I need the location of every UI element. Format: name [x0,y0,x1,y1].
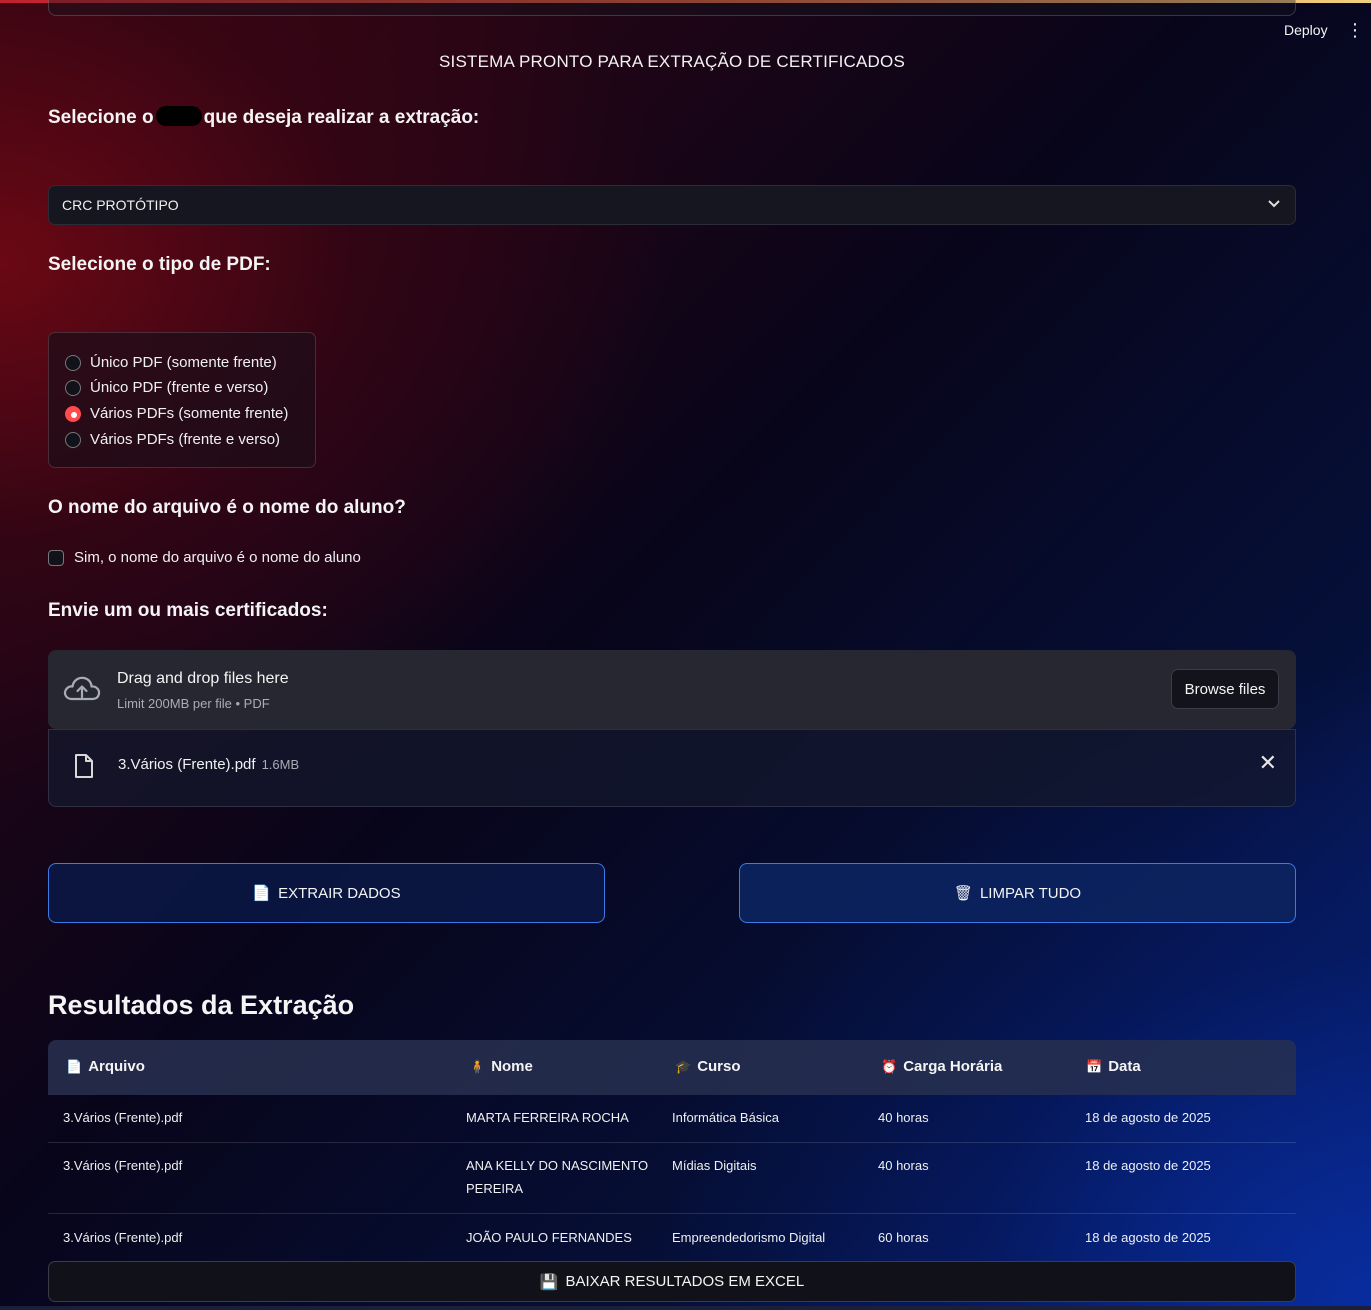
cell-arquivo: 3.Vários (Frente).pdf [63,1158,183,1173]
top-container [48,0,1296,16]
file-dropzone[interactable]: Drag and drop files here Limit 200MB per… [48,650,1296,729]
kebab-menu-icon[interactable]: ⋮ [1346,20,1364,42]
file-name-text: 3.Vários (Frente).pdf [118,756,256,773]
radio-label: Único PDF (somente frente) [90,354,277,371]
column-label: Carga Horária [903,1058,1003,1075]
select-label-suffix: que deseja realizar a extração: [203,107,480,128]
radio-option[interactable]: Vários PDFs (frente e verso) [65,431,280,448]
column-header-curso[interactable]: 🎓 Curso [675,1058,741,1075]
cell-nome: ANA KELLY DO NASCIMENTO PEREIRA [466,1158,649,1196]
select-label: Selecione o que deseja realizar a extraçã… [48,105,480,129]
uploaded-file-row: 3.Vários (Frente).pdf 1.6MB ✕ [48,729,1296,807]
radio-button[interactable] [65,431,81,448]
radio-label: Vários PDFs (frente e verso) [90,431,281,448]
radio-option[interactable]: Único PDF (somente frente) [65,354,277,371]
extract-data-button[interactable]: 📄 EXTRAIR DADOS [48,863,605,923]
deploy-button[interactable]: Deploy [1284,22,1328,38]
browse-files-button[interactable]: Browse files [1171,669,1279,709]
checkbox-label: Sim, o nome do arquivo é o nome do aluno [74,549,361,566]
cell-nome: MARTA FERREIRA ROCHA [466,1110,629,1125]
document-icon: 📄 [252,885,272,902]
column-label: Curso [697,1058,741,1075]
cell-arquivo: 3.Vários (Frente).pdf [63,1230,183,1245]
radio-button-selected[interactable] [65,405,81,422]
select-label-prefix: Selecione o [48,107,154,128]
calendar-icon: 📅 [1086,1058,1103,1074]
radio-button[interactable] [65,379,81,396]
trash-icon: 🗑 [953,885,973,902]
pdf-type-radio-group: Único PDF (somente frente) Único PDF (fr… [48,332,316,468]
download-excel-button[interactable]: 💾 BAIXAR RESULTADOS EM EXCEL [48,1261,1296,1302]
cell-carga-horaria: 40 horas [878,1158,929,1173]
file-icon [73,753,95,779]
cell-nome: JOÃO PAULO FERNANDES [466,1230,632,1245]
cloud-upload-icon [62,672,102,706]
file-size: 1.6MB [261,757,300,772]
cell-curso: Empreendedorismo Digital [672,1230,826,1245]
close-icon[interactable]: ✕ [1259,752,1277,774]
column-header-arquivo[interactable]: 📄 Arquivo [66,1058,145,1075]
column-header-data[interactable]: 📅 Data [1086,1058,1141,1075]
column-label: Arquivo [88,1058,145,1075]
column-header-nome[interactable]: 🧍 Nome [469,1058,533,1075]
filename-label: O nome do arquivo é o nome do aluno? [48,497,406,518]
cell-data: 18 de agosto de 2025 [1085,1230,1211,1245]
cell-carga-horaria: 40 horas [878,1110,929,1125]
chevron-down-icon [1267,194,1281,219]
pdf-type-label: Selecione o tipo de PDF: [48,254,271,275]
person-icon: 🧍 [469,1058,486,1074]
results-title: Resultados da Extração [48,990,355,1020]
document-icon: 📄 [66,1058,83,1074]
page-title: SISTEMA PRONTO PARA EXTRAÇÃO DE CERTIFIC… [439,52,905,71]
column-header-carga-horaria[interactable]: ⏰ Carga Horária [881,1058,1002,1075]
filename-checkbox[interactable] [48,549,64,566]
alarm-clock-icon: ⏰ [881,1058,898,1074]
cell-carga-horaria: 60 horas [878,1230,929,1245]
floppy-disk-icon: 💾 [539,1273,559,1291]
table-header: 📄 Arquivo 🧍 Nome 🎓 Curso ⏰ Carga Horária 📅 Da… [48,1040,1296,1095]
uploaded-file-name: 3.Vários (Frente).pdf 1.6MB [118,756,299,773]
upload-label: Envie um ou mais certificados: [48,600,328,621]
cell-data: 18 de agosto de 2025 [1085,1110,1211,1125]
clear-button-label: LIMPAR TUDO [979,884,1082,902]
cell-curso: Mídias Digitais [672,1158,757,1173]
clear-all-button[interactable]: 🗑 LIMPAR TUDO [739,863,1296,923]
institution-select[interactable]: CRC PROTÓTIPO [48,185,1296,225]
results-table: 📄 Arquivo 🧍 Nome 🎓 Curso ⏰ Carga Horária 📅 Da… [48,1040,1296,1260]
bottom-bar [0,1306,1371,1310]
filename-checkbox-row[interactable]: Sim, o nome do arquivo é o nome do aluno [48,549,361,566]
table-row: 3.Vários (Frente).pdf MARTA FERREIRA ROC… [48,1095,1296,1143]
radio-button[interactable] [65,354,81,371]
cell-arquivo: 3.Vários (Frente).pdf [63,1110,183,1125]
extract-button-label: EXTRAIR DADOS [278,884,401,902]
table-row: 3.Vários (Frente).pdf JOÃO PAULO FERNAND… [48,1214,1296,1260]
column-label: Nome [491,1058,533,1075]
dropzone-hint: Limit 200MB per file • PDF [117,696,270,711]
table-row: 3.Vários (Frente).pdf ANA KELLY DO NASCI… [48,1143,1296,1214]
dropzone-title: Drag and drop files here [117,670,289,687]
graduation-cap-icon: 🎓 [675,1058,692,1074]
redacted-word [155,105,202,126]
select-value: CRC PROTÓTIPO [62,197,179,213]
cell-data: 18 de agosto de 2025 [1085,1158,1211,1173]
radio-option[interactable]: Único PDF (frente e verso) [65,379,268,396]
radio-option[interactable]: Vários PDFs (somente frente) [65,405,288,422]
column-label: Data [1108,1058,1141,1075]
radio-label: Único PDF (frente e verso) [90,379,269,396]
download-button-label: BAIXAR RESULTADOS EM EXCEL [565,1273,805,1290]
radio-label: Vários PDFs (somente frente) [90,405,289,422]
cell-curso: Informática Básica [672,1110,779,1125]
